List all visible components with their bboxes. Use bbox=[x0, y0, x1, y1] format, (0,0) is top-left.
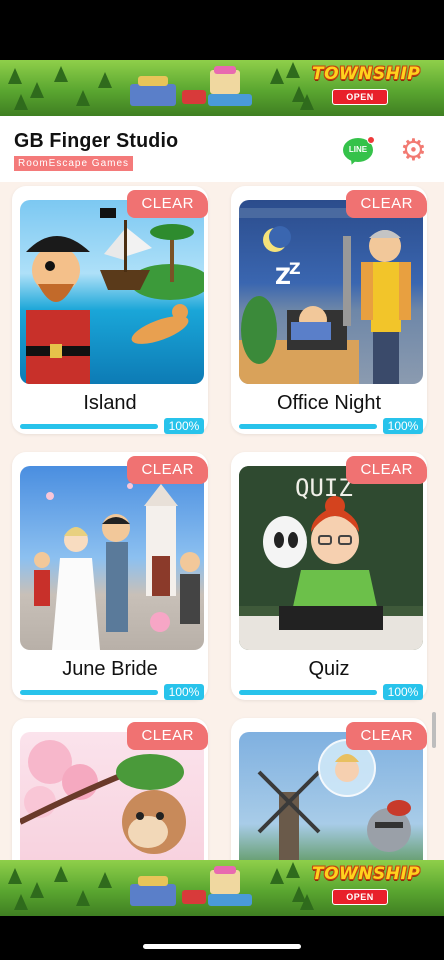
line-share-button[interactable]: LINE bbox=[343, 136, 375, 167]
ad-banner-bottom[interactable]: TOWNSHIP OPEN bbox=[0, 860, 444, 916]
game-card-windmill[interactable]: CLEAR bbox=[231, 718, 427, 860]
game-title: Office Night bbox=[276, 392, 382, 414]
game-title: Quiz bbox=[308, 658, 350, 680]
sakura-thumbnail bbox=[20, 732, 204, 860]
studio-title: GB Finger Studio bbox=[14, 130, 179, 152]
home-indicator-area bbox=[0, 916, 444, 960]
progress-bar bbox=[239, 690, 377, 695]
progress-fill bbox=[20, 690, 158, 695]
township-logo: TOWNSHIP OPEN bbox=[312, 64, 421, 105]
progress-percent: 100% bbox=[164, 418, 204, 434]
game-title: June Bride bbox=[62, 658, 158, 680]
game-card-june-bride[interactable]: CLEAR June Bride 100% bbox=[12, 452, 208, 700]
game-grid: CLEAR Island 100% Z Z CLEAR Office Night… bbox=[0, 182, 444, 860]
progress-percent: 100% bbox=[383, 684, 423, 700]
progress-bar bbox=[20, 690, 158, 695]
clear-badge: CLEAR bbox=[127, 456, 208, 484]
ad-town-illustration bbox=[130, 866, 260, 910]
game-title: Island bbox=[83, 392, 137, 414]
quiz-scene-image: QUIZ bbox=[239, 466, 423, 650]
windmill-thumbnail bbox=[239, 732, 423, 860]
island-scene-image bbox=[26, 208, 204, 384]
app-screen: GB Finger Studio RoomEscape Games LINE C… bbox=[0, 116, 444, 860]
office-night-thumbnail: Z Z bbox=[239, 200, 423, 384]
windmill-scene-image bbox=[257, 739, 411, 860]
clear-badge: CLEAR bbox=[127, 190, 208, 218]
game-card-island[interactable]: CLEAR Island 100% bbox=[12, 186, 208, 434]
township-logo-text: TOWNSHIP bbox=[312, 64, 421, 84]
township-logo: TOWNSHIP OPEN bbox=[312, 864, 421, 905]
status-bar bbox=[0, 0, 444, 60]
wedding-scene-image bbox=[34, 483, 200, 650]
clear-badge: CLEAR bbox=[346, 722, 427, 750]
gear-icon[interactable]: ⚙ bbox=[400, 136, 427, 166]
game-card-quiz[interactable]: QUIZ CLEAR Quiz 100% bbox=[231, 452, 427, 700]
progress-bar bbox=[20, 424, 158, 429]
ad-open-button[interactable]: OPEN bbox=[332, 889, 388, 905]
home-indicator[interactable] bbox=[143, 944, 301, 949]
island-thumbnail bbox=[20, 200, 204, 384]
progress-fill bbox=[239, 690, 377, 695]
progress-fill bbox=[20, 424, 158, 429]
township-logo-text: TOWNSHIP bbox=[312, 864, 421, 884]
ad-banner-top[interactable]: TOWNSHIP OPEN bbox=[0, 60, 444, 116]
progress-fill bbox=[239, 424, 377, 429]
progress-bar bbox=[239, 424, 377, 429]
app-header: GB Finger Studio RoomEscape Games LINE bbox=[0, 116, 444, 182]
svg-text:Z: Z bbox=[289, 259, 301, 278]
scrollbar[interactable] bbox=[432, 712, 436, 748]
line-bubble-tail bbox=[347, 155, 359, 167]
progress-percent: 100% bbox=[383, 418, 423, 434]
clear-badge: CLEAR bbox=[346, 456, 427, 484]
progress-percent: 100% bbox=[164, 684, 204, 700]
game-card-sakura[interactable]: CLEAR bbox=[12, 718, 208, 860]
june-bride-thumbnail bbox=[20, 466, 204, 650]
clear-badge: CLEAR bbox=[346, 190, 427, 218]
office-scene-image: Z Z bbox=[239, 208, 423, 384]
game-card-office-night[interactable]: Z Z CLEAR Office Night 100% bbox=[231, 186, 427, 434]
ad-open-button[interactable]: OPEN bbox=[332, 89, 388, 105]
sakura-scene-image bbox=[20, 740, 186, 854]
clear-badge: CLEAR bbox=[127, 722, 208, 750]
quiz-board-text: QUIZ bbox=[295, 474, 353, 502]
notification-dot bbox=[367, 136, 375, 144]
studio-subtitle: RoomEscape Games bbox=[14, 156, 134, 171]
ad-town-illustration bbox=[130, 66, 260, 110]
quiz-thumbnail: QUIZ bbox=[239, 466, 423, 650]
